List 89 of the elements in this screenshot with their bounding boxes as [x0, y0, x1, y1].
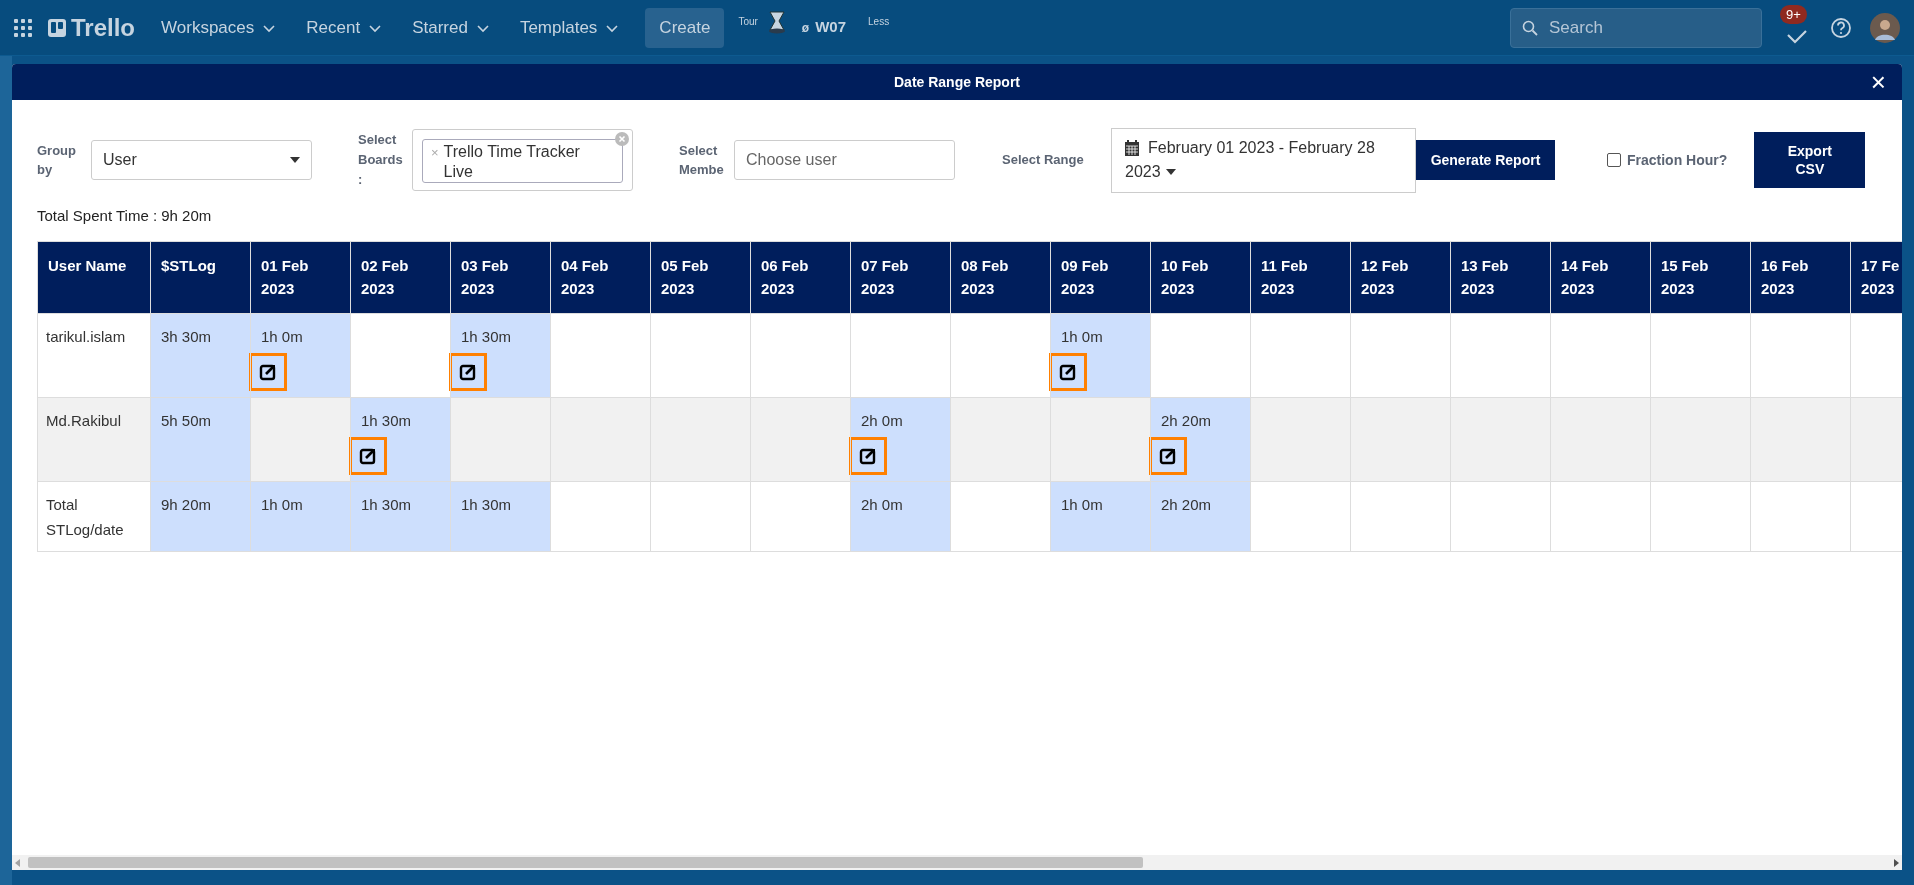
date-range-end: 2023	[1125, 162, 1161, 182]
edit-button[interactable]	[449, 352, 487, 391]
column-header: 12 Feb 2023	[1350, 241, 1451, 313]
total-spent-time: Total Spent Time : 9h 20m	[36, 206, 213, 226]
column-header: 05 Feb 2023	[650, 241, 751, 313]
range-label: Select Range	[1002, 151, 1085, 170]
brand-name[interactable]: Trello	[71, 9, 136, 46]
column-header: 04 Feb 2023	[550, 241, 651, 313]
trello-logo-icon[interactable]	[48, 18, 66, 37]
caret-icon	[1165, 169, 1176, 175]
nav-menu[interactable]: Templates	[507, 7, 632, 48]
boards-label: Select Boards :	[358, 131, 404, 189]
column-header: 08 Feb 2023	[950, 241, 1051, 313]
edit-icon	[859, 446, 877, 465]
edit-button[interactable]	[1049, 352, 1087, 391]
scrollbar-thumb[interactable]	[28, 857, 1143, 868]
apps-grid-icon[interactable]	[14, 18, 32, 37]
horizontal-scrollbar[interactable]	[12, 855, 1902, 870]
column-header: 09 Feb 2023	[1050, 241, 1151, 313]
user-name-cell: tarikul.islam	[37, 313, 151, 397]
member-field[interactable]: Choose user	[734, 140, 955, 180]
date-range-start: February 01 2023 - February 28	[1148, 138, 1375, 158]
search-icon	[1522, 19, 1538, 36]
week-label: W07	[815, 17, 847, 38]
column-header: $STLog	[150, 241, 251, 313]
edit-icon	[359, 446, 377, 465]
column-header: 16 Feb 2023	[1750, 241, 1851, 313]
time-cell: 1h 0m	[250, 481, 351, 551]
column-header: 07 Feb 2023	[850, 241, 951, 313]
column-header: 17 Fe 2023	[1850, 241, 1902, 313]
time-cell: 3h 30m	[150, 313, 251, 397]
time-cell: 1h 0m	[1050, 313, 1151, 397]
column-header: 14 Feb 2023	[1550, 241, 1651, 313]
less-link[interactable]: Less	[868, 14, 890, 29]
edit-button[interactable]	[349, 436, 387, 475]
group-by-select[interactable]: User	[91, 140, 312, 180]
date-range-picker[interactable]: February 01 2023 - February 28 2023	[1111, 127, 1416, 193]
caret-icon	[290, 157, 300, 163]
edit-button[interactable]	[1149, 436, 1187, 475]
member-label: Select Membe	[679, 142, 725, 179]
edit-icon	[259, 362, 277, 381]
time-cell: 1h 30m	[350, 397, 451, 481]
nav-menu[interactable]: Recent	[294, 7, 395, 48]
export-csv-button[interactable]: Export CSV	[1754, 132, 1866, 188]
time-cell: 1h 0m	[1050, 481, 1151, 551]
time-cell: 2h 0m	[850, 481, 951, 551]
column-header: 13 Feb 2023	[1450, 241, 1551, 313]
time-cell: 2h 0m	[850, 397, 951, 481]
edit-icon	[1159, 446, 1177, 465]
edit-button[interactable]	[249, 352, 287, 391]
avatar[interactable]	[1870, 12, 1900, 43]
notification-badge: 9+	[1780, 4, 1807, 24]
column-header: 02 Feb 2023	[350, 241, 451, 313]
edit-icon	[459, 362, 477, 381]
column-header: 06 Feb 2023	[750, 241, 851, 313]
column-header: 01 Feb 2023	[250, 241, 351, 313]
time-cell: 1h 0m	[250, 313, 351, 397]
tour-label[interactable]: Tour	[738, 14, 758, 29]
user-name-cell: Total STLog/date	[37, 481, 151, 551]
fraction-label: Fraction Hour?	[1627, 150, 1728, 170]
user-name-cell: Md.Rakibul	[37, 397, 151, 481]
time-cell: 5h 50m	[150, 397, 251, 481]
time-cell: 9h 20m	[150, 481, 251, 551]
create-button[interactable]: Create	[645, 7, 725, 48]
edit-button[interactable]	[849, 436, 887, 475]
fraction-checkbox[interactable]	[1607, 153, 1621, 167]
nav-menu[interactable]: Workspaces	[149, 7, 289, 48]
status-mark: ø	[801, 19, 810, 37]
dialog-title: Date Range Report	[894, 72, 1020, 92]
board-tag-label: Trello Time Tracker Live	[443, 142, 580, 182]
nav-menu[interactable]: Starred	[400, 7, 502, 48]
calendar-icon	[1125, 140, 1139, 156]
edit-icon	[1059, 362, 1077, 381]
time-cell: 1h 30m	[450, 481, 551, 551]
help-icon[interactable]	[1830, 16, 1852, 39]
column-header: User Name	[37, 241, 151, 313]
column-header: 15 Feb 2023	[1650, 241, 1751, 313]
time-cell: 2h 20m	[1150, 397, 1251, 481]
time-cell: 1h 30m	[450, 313, 551, 397]
check-icon[interactable]	[1786, 28, 1808, 45]
time-cell: 1h 30m	[350, 481, 451, 551]
column-header: 11 Feb 2023	[1250, 241, 1351, 313]
group-by-label: Group by	[37, 142, 77, 179]
column-header: 10 Feb 2023	[1150, 241, 1251, 313]
close-button[interactable]: ×	[1870, 68, 1886, 96]
search-field[interactable]: Search	[1510, 7, 1762, 48]
generate-report-button[interactable]: Generate Report	[1416, 140, 1555, 180]
column-header: 03 Feb 2023	[450, 241, 551, 313]
time-cell: 2h 20m	[1150, 481, 1251, 551]
